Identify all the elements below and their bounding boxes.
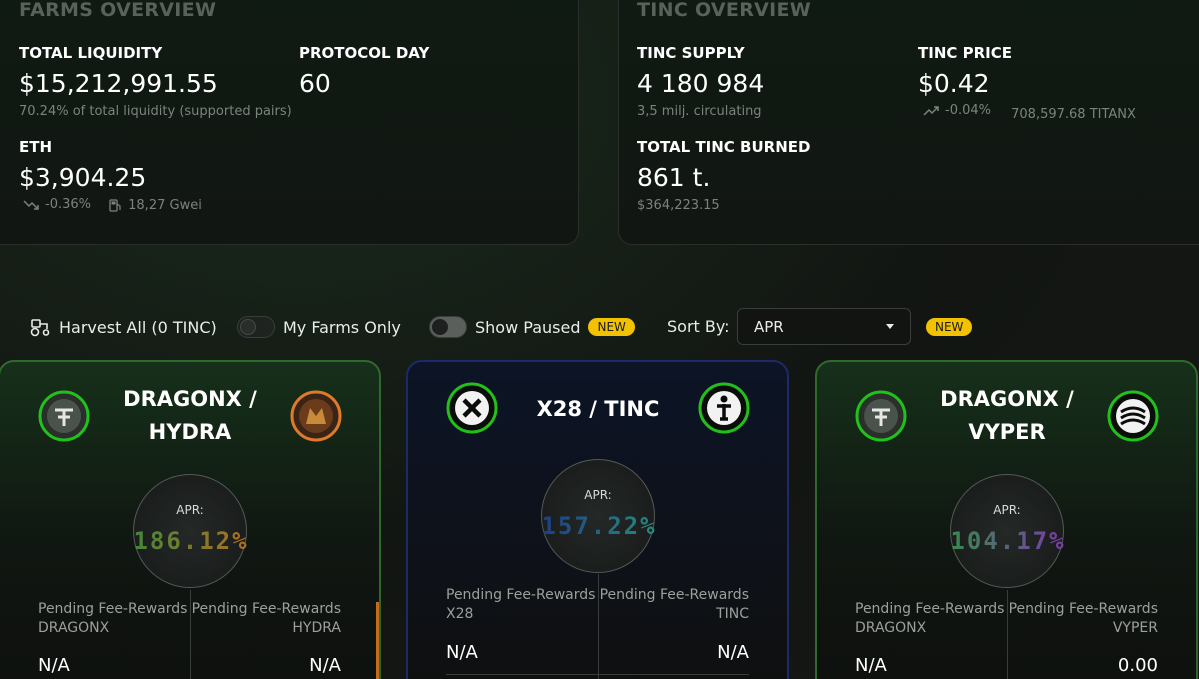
farm-title-line2: VYPER [968, 420, 1046, 444]
pending-fee-left: Pending Fee-Rewards DRAGONX [38, 600, 187, 638]
tractor-icon [30, 319, 50, 337]
toggle-switch[interactable] [429, 316, 467, 338]
total-liquidity-value: $15,212,991.55 [19, 69, 218, 98]
tinc-price-value: $0.42 [918, 69, 990, 98]
tinc-supply-label: TINC SUPPLY [637, 44, 745, 62]
my-farms-only-label: My Farms Only [283, 317, 401, 337]
protocol-day-label: PROTOCOL DAY [299, 44, 430, 62]
caret-down-icon [886, 324, 894, 329]
fee-token: DRAGONX [855, 620, 927, 636]
card-edge-accent [376, 602, 379, 679]
tinc-supply-sub: 3,5 milj. circulating [637, 104, 762, 119]
toggle-switch[interactable] [237, 316, 275, 338]
fee-left-value: N/A [855, 655, 887, 676]
fee-token: HYDRA [292, 620, 341, 636]
apr-label: APR: [993, 503, 1021, 517]
apr-label: APR: [176, 503, 204, 517]
apr-badge: APR: 104.17% [950, 474, 1064, 588]
x28-token-icon [446, 382, 498, 434]
fee-label: Pending Fee-Rewards [1008, 601, 1158, 617]
fee-label: Pending Fee-Rewards [599, 587, 749, 603]
tinc-price-change: -0.04% [945, 103, 991, 118]
fee-left-value: N/A [38, 655, 70, 676]
eth-value: $3,904.25 [19, 163, 147, 192]
vyper-token-icon [1107, 390, 1159, 442]
tinc-price-titanx: 708,597.68 TITANX [1011, 106, 1136, 122]
trend-icon [923, 105, 939, 116]
tinc-burned-label: TOTAL TINC BURNED [637, 138, 811, 156]
farm-card-dragonx-vyper[interactable]: DRAGONX / VYPER APR: 104.17% Pending Fee… [815, 360, 1198, 679]
pending-fee-right: Pending Fee-Rewards TINC [600, 586, 749, 624]
sort-by-label: Sort By: [667, 317, 730, 336]
tinc-burned-sub: $364,223.15 [637, 198, 720, 213]
protocol-day-value: 60 [299, 69, 331, 98]
my-farms-only-toggle[interactable]: My Farms Only [237, 316, 401, 338]
apr-badge: APR: 186.12% [133, 474, 247, 588]
farms-overview-panel: FARMS OVERVIEW TOTAL LIQUIDITY $15,212,9… [0, 0, 579, 245]
fee-label: Pending Fee-Rewards [38, 601, 188, 617]
pending-fee-left: Pending Fee-Rewards X28 [446, 586, 595, 624]
tinc-price-stats: -0.04% 708,597.68 TITANX [923, 103, 1136, 122]
farm-title-line2: HYDRA [148, 420, 232, 444]
pending-fee-right: Pending Fee-Rewards HYDRA [192, 600, 341, 638]
tinc-token-icon [698, 382, 750, 434]
new-badge: NEW [926, 318, 973, 336]
fee-right-value: 0.00 [1117, 655, 1158, 676]
dragonx-token-icon [38, 390, 90, 442]
farm-card-dragonx-hydra[interactable]: DRAGONX / HYDRA APR: 186.12% Pending Fee… [0, 360, 381, 679]
tinc-supply-value: 4 180 984 [637, 69, 765, 98]
farm-card-x28-tinc[interactable]: X28 / TINC APR: 157.22% Pending Fee-Rewa… [406, 360, 789, 679]
eth-label: ETH [19, 138, 53, 156]
total-liquidity-label: TOTAL LIQUIDITY [19, 44, 163, 62]
apr-value: 157.22% [519, 512, 679, 540]
harvest-all-label: Harvest All (0 TINC) [59, 317, 217, 337]
farm-title-line1: DRAGONX / [123, 387, 257, 411]
tinc-overview-panel: TINC OVERVIEW TINC SUPPLY 4 180 984 3,5 … [618, 0, 1199, 245]
apr-label: APR: [584, 488, 612, 502]
fee-left-value: N/A [446, 642, 478, 663]
fee-token: X28 [446, 606, 474, 622]
tinc-price-label: TINC PRICE [918, 44, 1012, 62]
total-liquidity-sub: 70.24% of total liquidity (supported pai… [19, 104, 292, 119]
new-badge: NEW [588, 318, 635, 336]
apr-value: 104.17% [928, 527, 1088, 555]
fee-token: VYPER [1112, 620, 1158, 636]
fee-label: Pending Fee-Rewards [855, 601, 1005, 617]
pending-fee-right: Pending Fee-Rewards VYPER [1009, 600, 1158, 638]
farm-title-line1: DRAGONX / [940, 387, 1074, 411]
tinc-burned-value: 861 t. [637, 163, 711, 192]
show-paused-toggle[interactable]: Show Paused NEW [429, 316, 635, 338]
fee-right-value: N/A [717, 642, 749, 663]
farm-title: DRAGONX / HYDRA [95, 383, 285, 449]
sort-by-select[interactable]: APR [737, 308, 911, 345]
sort-selected-value: APR [754, 317, 784, 336]
fee-label: Pending Fee-Rewards [446, 587, 596, 603]
trend-icon [23, 199, 39, 210]
fee-label: Pending Fee-Rewards [191, 601, 341, 617]
harvest-all-button[interactable]: Harvest All (0 TINC) [29, 317, 217, 337]
hydra-token-icon [290, 390, 342, 442]
eth-gas: 18,27 Gwei [128, 197, 202, 213]
show-paused-label: Show Paused [475, 317, 581, 337]
gas-pump-icon [109, 198, 121, 212]
farms-overview-title: FARMS OVERVIEW [19, 0, 217, 21]
farm-title: X28 / TINC [536, 397, 660, 421]
eth-change: -0.36% [45, 197, 91, 212]
fee-token: TINC [716, 606, 749, 622]
farm-title: DRAGONX / VYPER [912, 383, 1102, 449]
tinc-overview-title: TINC OVERVIEW [637, 0, 812, 21]
dragonx-token-icon [855, 390, 907, 442]
fee-right-value: N/A [309, 655, 341, 676]
apr-value: 186.12% [111, 527, 271, 555]
new-badge-wrapper: NEW [926, 318, 973, 336]
divider-h [446, 674, 749, 675]
fee-token: DRAGONX [38, 620, 110, 636]
apr-badge: APR: 157.22% [541, 459, 655, 573]
eth-stats: -0.36% 18,27 Gwei [23, 197, 202, 216]
pending-fee-left: Pending Fee-Rewards DRAGONX [855, 600, 1004, 638]
